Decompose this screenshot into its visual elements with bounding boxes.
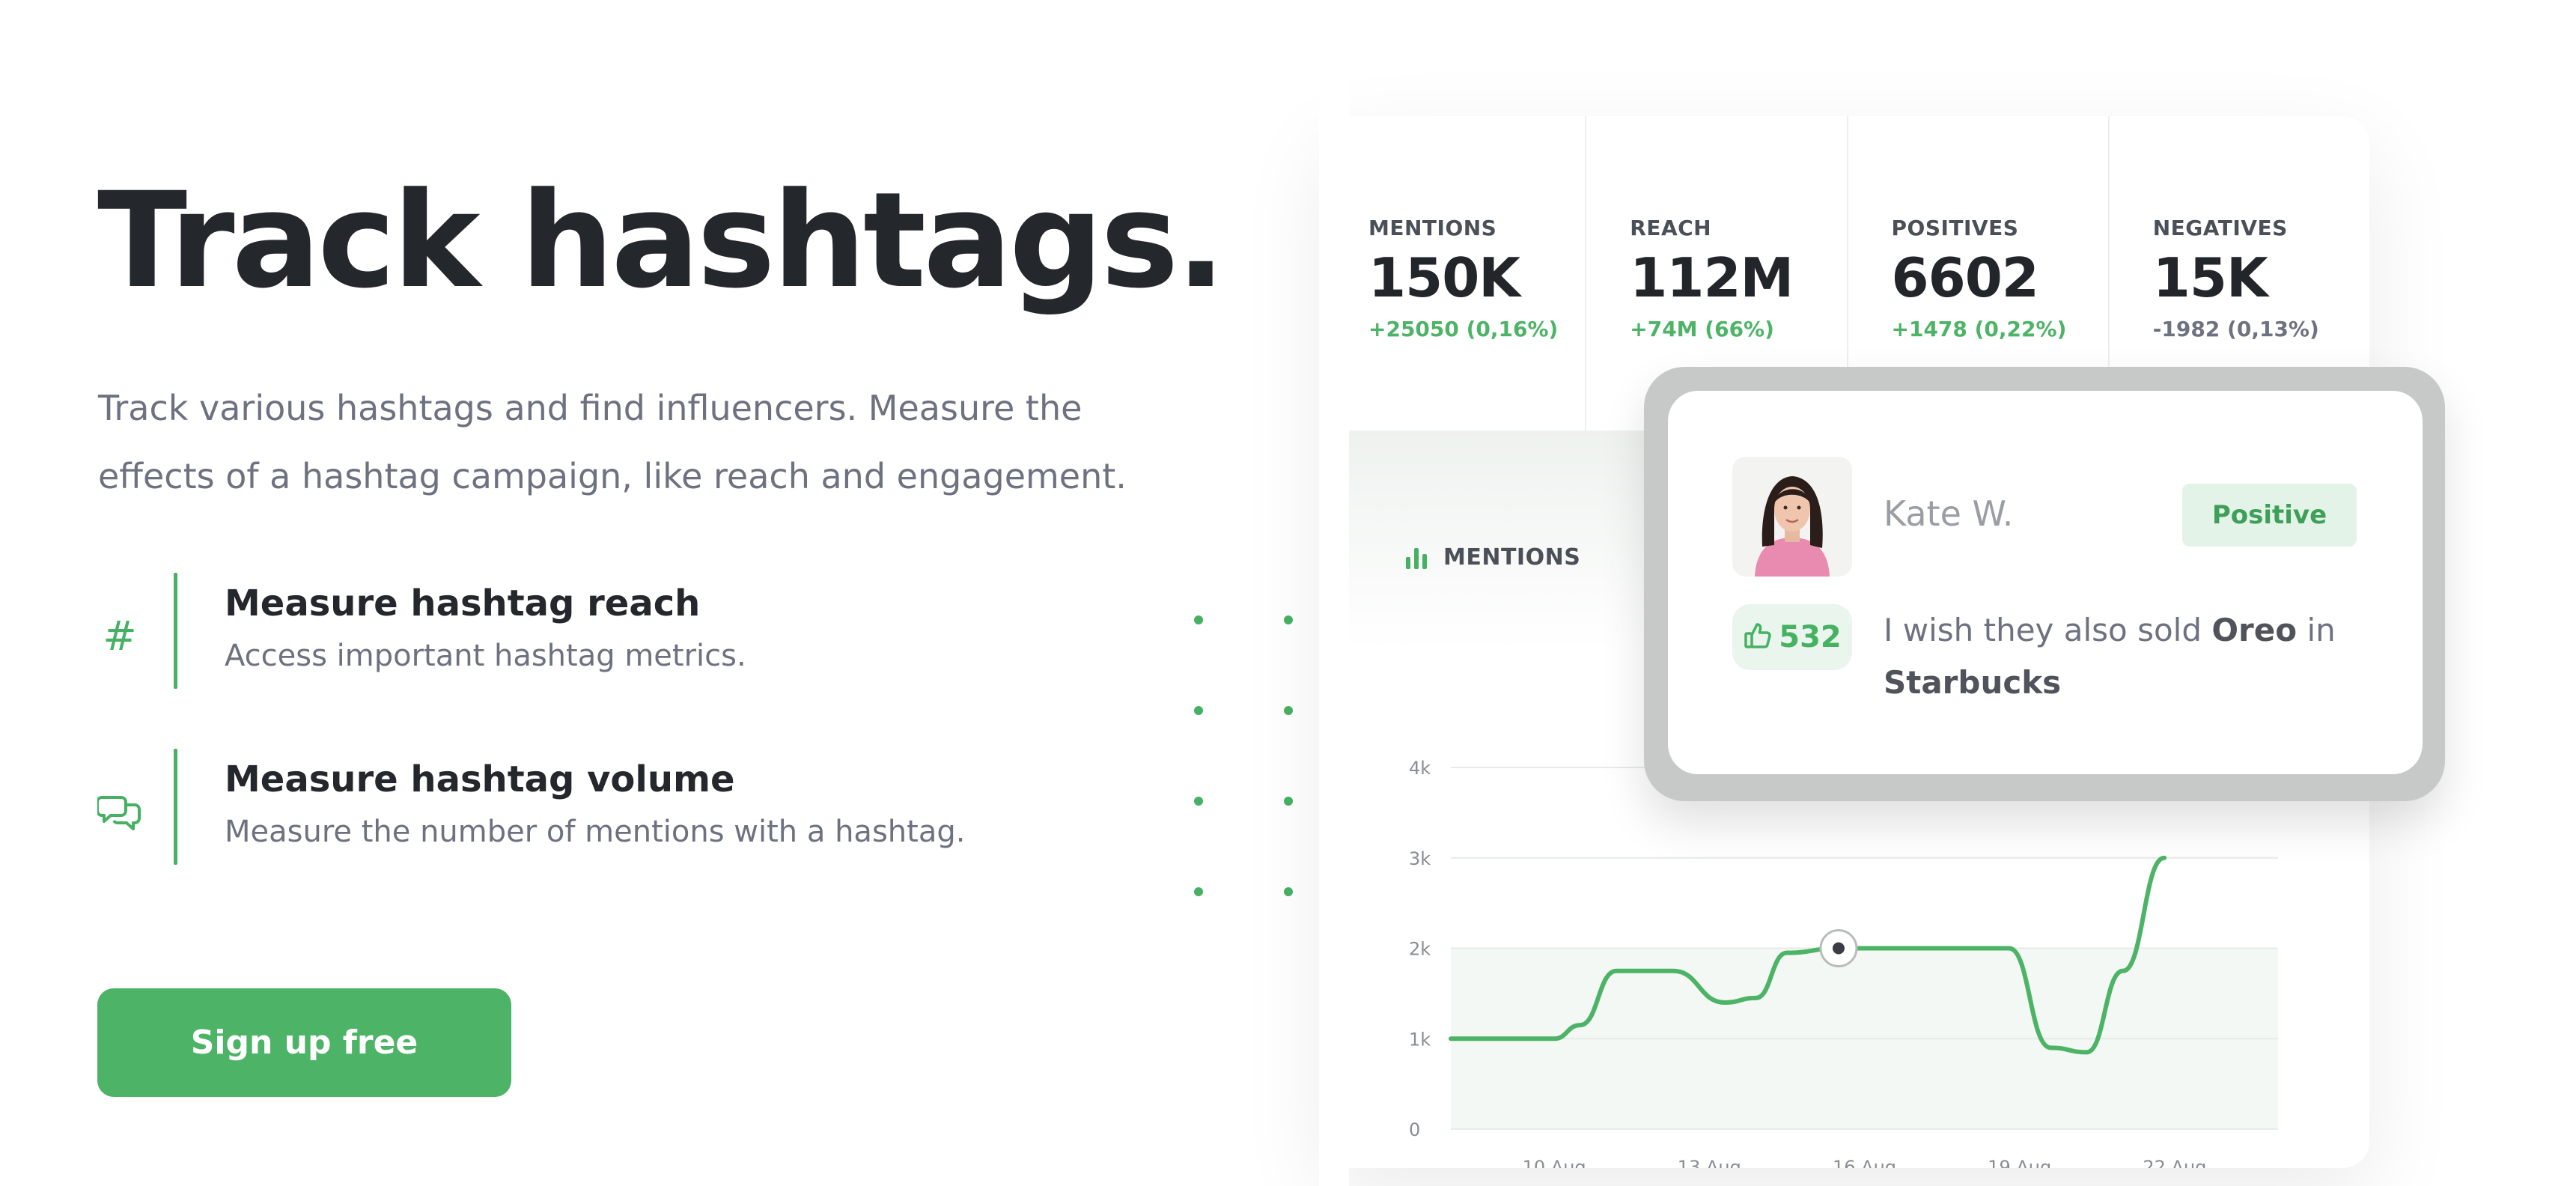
feature-divider xyxy=(174,749,177,865)
y-tick-label: 2k xyxy=(1409,939,1431,960)
decorative-dot xyxy=(1194,615,1203,624)
stat-value: 15K xyxy=(2152,246,2268,309)
page-title: Track hashtags. xyxy=(97,164,1226,317)
stat-delta: +25050 (0,16%) xyxy=(1368,317,1559,341)
feature-subtitle: Access important hashtag metrics. xyxy=(225,639,746,673)
feature-title: Measure hashtag reach xyxy=(225,583,701,624)
quote-text: I wish they also sold xyxy=(1884,612,2212,648)
dashboard-edge xyxy=(1319,0,1349,1186)
stat-label: REACH xyxy=(1630,216,1712,240)
x-tick-label: 22 Aug xyxy=(2143,1157,2206,1168)
decorative-dot xyxy=(1194,797,1203,806)
stat-value: 112M xyxy=(1630,246,1794,309)
feature-subtitle: Measure the number of mentions with a ha… xyxy=(225,815,966,849)
chat-bubbles-icon xyxy=(96,790,142,835)
feature-divider xyxy=(174,573,177,689)
feature-volume: Measure hashtag volume Measure the numbe… xyxy=(96,749,1033,865)
hash-icon: # xyxy=(103,612,137,660)
x-tick-label: 10 Aug xyxy=(1523,1157,1586,1168)
quote-highlight: Starbucks xyxy=(1884,664,2062,701)
thumbs-up-icon xyxy=(1743,621,1773,654)
feature-title: Measure hashtag volume xyxy=(225,758,735,800)
stat-label: POSITIVES xyxy=(1891,216,2019,240)
x-tick-label: 13 Aug xyxy=(1678,1157,1741,1168)
stat-delta: +1478 (0,22%) xyxy=(1891,317,2067,341)
stat-mentions: MENTIONS 150K +25050 (0,16%) xyxy=(1325,116,1587,431)
stat-label: NEGATIVES xyxy=(2152,216,2288,240)
highlight-dot xyxy=(1832,942,1845,955)
stat-value: 6602 xyxy=(1891,246,2039,309)
quote-text: in xyxy=(2297,612,2336,648)
stat-delta: +74M (66%) xyxy=(1630,317,1774,341)
mention-text: I wish they also sold Oreo in Starbucks xyxy=(1884,604,2370,709)
y-tick-label: 0 xyxy=(1409,1119,1420,1140)
decorative-dot xyxy=(1194,887,1203,896)
hero-lead: Track various hashtags and find influenc… xyxy=(98,388,1127,496)
decorative-dots xyxy=(1194,615,1306,900)
signup-button[interactable]: Sign up free xyxy=(97,988,511,1097)
sentiment-badge[interactable]: Positive xyxy=(2182,484,2357,547)
x-tick-label: 19 Aug xyxy=(1988,1157,2051,1168)
quote-highlight: Oreo xyxy=(2211,612,2298,648)
likes-count: 532 xyxy=(1779,620,1842,654)
mention-popup-card[interactable]: Kate W. Positive 532 I wish they also so… xyxy=(1668,391,2423,774)
decorative-dot xyxy=(1284,797,1293,806)
x-tick-label: 16 Aug xyxy=(1833,1157,1896,1168)
stat-label: MENTIONS xyxy=(1368,216,1497,240)
y-tick-label: 4k xyxy=(1409,758,1431,779)
decorative-dot xyxy=(1284,887,1293,896)
stat-value: 150K xyxy=(1368,246,1520,309)
decorative-dot xyxy=(1284,706,1293,715)
y-tick-label: 1k xyxy=(1409,1029,1431,1050)
y-tick-label: 3k xyxy=(1409,848,1431,869)
decorative-dot xyxy=(1284,615,1293,624)
feature-reach: # Measure hashtag reach Access important… xyxy=(97,573,1033,689)
decorative-dot xyxy=(1194,706,1203,715)
stat-delta: -1982 (0,13%) xyxy=(2152,317,2319,341)
author-name: Kate W. xyxy=(1884,493,2014,534)
avatar xyxy=(1732,457,1852,577)
likes-counter[interactable]: 532 xyxy=(1732,604,1852,670)
